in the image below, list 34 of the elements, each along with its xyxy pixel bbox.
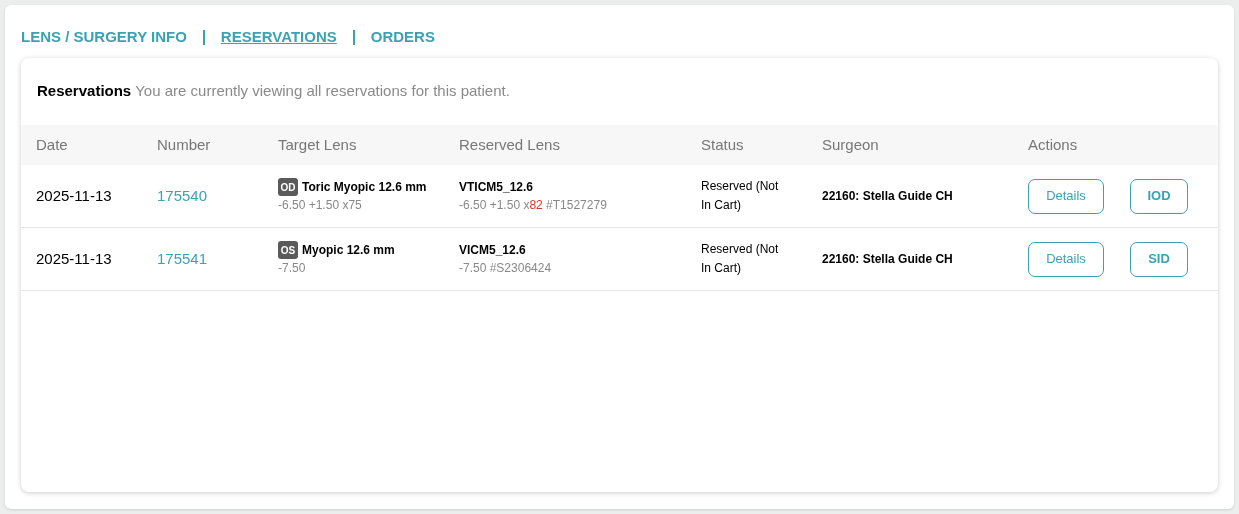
target-lens-name: Myopic 12.6 mm bbox=[302, 242, 395, 259]
tab[interactable]: LENS / SURGERY INFO bbox=[21, 25, 187, 49]
target-lens-spec: -6.50 +1.50 x75 bbox=[278, 197, 363, 214]
reservation-number-link[interactable]: 175540 bbox=[157, 187, 208, 204]
document-button[interactable]: SID bbox=[1130, 241, 1188, 277]
eye-badge: OS bbox=[278, 241, 298, 259]
column-header: Status bbox=[701, 134, 745, 155]
reserved-lens-spec: -6.50 +1.50 x82 #T1527279 bbox=[459, 197, 608, 214]
tab[interactable]: RESERVATIONS bbox=[220, 25, 337, 49]
column-header: Target Lens bbox=[278, 134, 358, 155]
panel-title: Reservations bbox=[37, 81, 132, 102]
target-lens-name: Toric Myopic 12.6 mm bbox=[302, 179, 427, 196]
details-button[interactable]: Details bbox=[1028, 178, 1104, 214]
status-cell-text: Reserved (Not In Cart) bbox=[701, 241, 780, 277]
date-cell-text: 2025-11-13 bbox=[35, 185, 113, 206]
eye-badge: OD bbox=[278, 178, 298, 196]
reserved-lens-spec: -7.50 #S2306424 bbox=[459, 260, 553, 277]
column-header: Surgeon bbox=[822, 134, 880, 155]
reserved-lens-name: VTICM5_12.6 bbox=[459, 179, 535, 196]
document-button[interactable]: IOD bbox=[1130, 178, 1188, 214]
column-header: Reserved Lens bbox=[459, 134, 561, 155]
date-cell-text: 2025-11-13 bbox=[35, 248, 113, 269]
target-lens-spec: -7.50 bbox=[278, 260, 307, 277]
surgeon-cell-text: 22160: Stella Guide CH bbox=[822, 251, 954, 268]
tab[interactable]: ORDERS bbox=[370, 25, 435, 49]
column-header: Date bbox=[35, 134, 69, 155]
panel-subtitle: You are currently viewing all reservations for this patient. bbox=[135, 81, 510, 102]
reservation-number-link[interactable]: 175541 bbox=[157, 250, 208, 267]
column-header: Actions bbox=[1028, 134, 1079, 155]
surgeon-cell-text: 22160: Stella Guide CH bbox=[822, 188, 954, 205]
details-button[interactable]: Details bbox=[1028, 241, 1104, 277]
status-cell-text: Reserved (Not In Cart) bbox=[701, 178, 780, 214]
column-header: Number bbox=[157, 134, 212, 155]
reserved-lens-name: VICM5_12.6 bbox=[459, 242, 527, 259]
